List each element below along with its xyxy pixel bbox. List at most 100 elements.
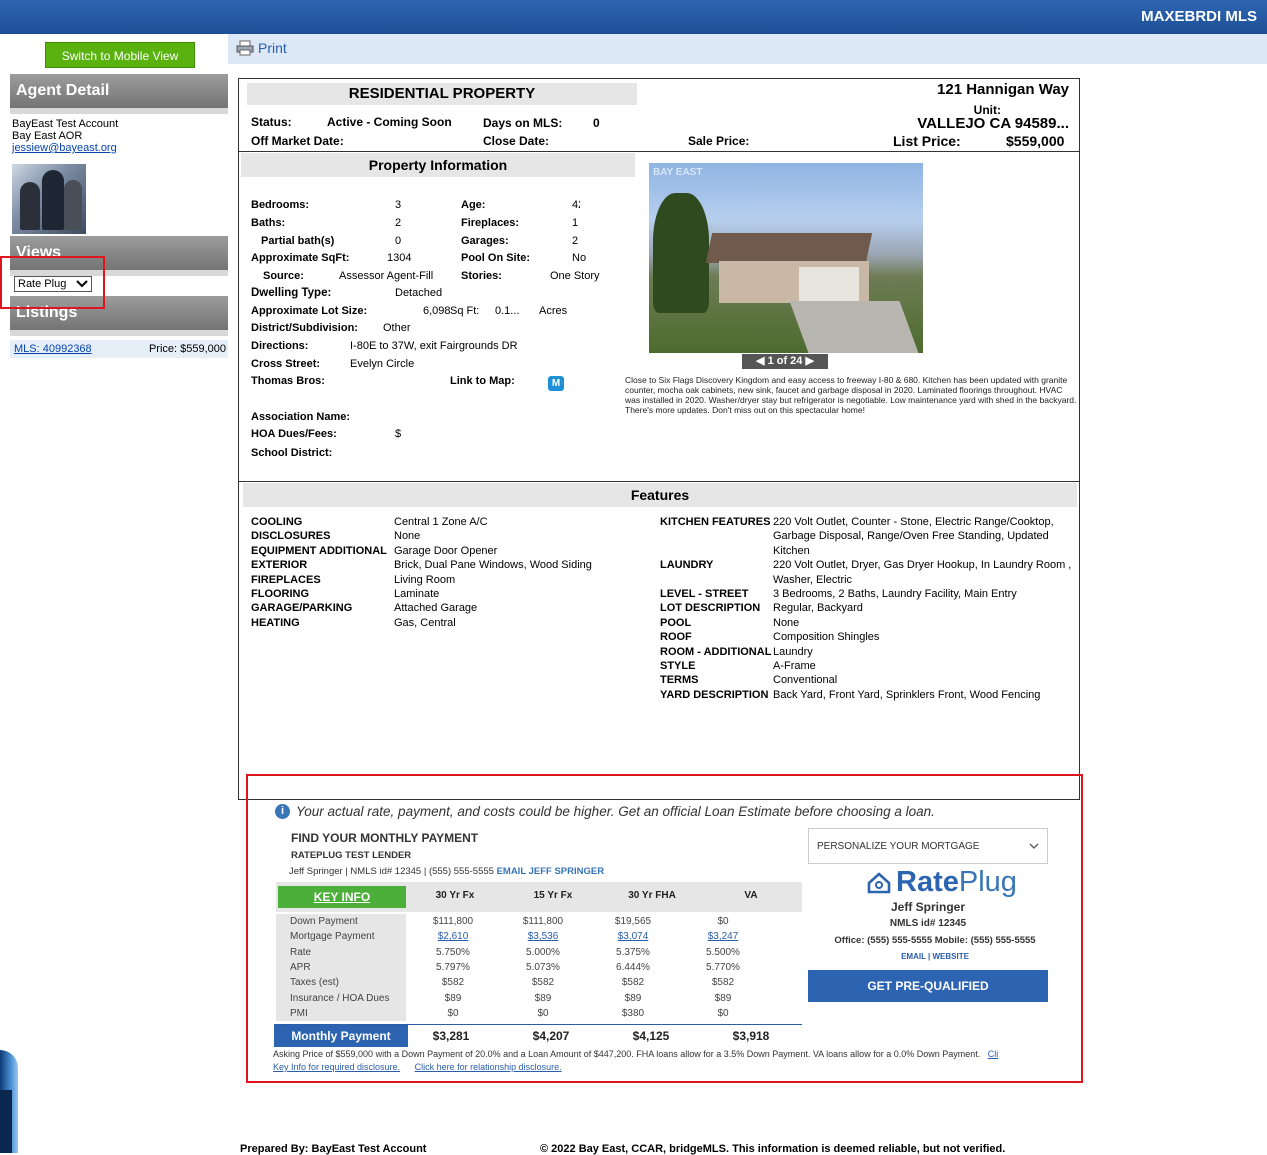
property-photo[interactable]: BAY EAST xyxy=(649,163,923,353)
feature-label: KITCHEN FEATURES xyxy=(660,516,771,528)
listing-mls-link[interactable]: MLS: 40992368 xyxy=(14,343,92,355)
feature-row: FLOORING Laminate xyxy=(251,587,631,601)
feature-row: POOL None xyxy=(660,616,1078,630)
agent-email-link[interactable]: jessiew@bayeast.org xyxy=(12,142,117,154)
hoa-dues-label: HOA Dues/Fees: xyxy=(251,428,337,440)
listing-price: Price: $559,000 xyxy=(148,343,226,355)
status-value: Active - Coming Soon xyxy=(327,115,452,129)
city-zip: VALLEJO CA 94589... xyxy=(917,115,1069,132)
bedrooms-value: 3 xyxy=(395,199,402,211)
feature-value: Brick, Dual Pane Windows, Wood Siding xyxy=(394,559,592,572)
feature-value: Regular, Backyard xyxy=(773,602,863,615)
property-card: RESIDENTIAL PROPERTY 121 Hannigan Way Un… xyxy=(238,78,1080,800)
feature-value: Laundry xyxy=(773,645,813,658)
cross-street-label: Cross Street: xyxy=(251,358,321,370)
pool-label: Pool On Site: xyxy=(461,252,531,264)
source-value: Assessor Agent-Fill xyxy=(339,270,434,282)
garages-label: Garages: xyxy=(461,235,509,247)
feature-row: TERMS Conventional xyxy=(660,673,1078,687)
feature-row: COOLING Central 1 Zone A/C xyxy=(251,515,631,529)
feature-value: 220 Volt Outlet, Dryer, Gas Dryer Hookup… xyxy=(773,559,1072,586)
sidebar: Switch to Mobile View Agent Detail BayEa… xyxy=(0,34,228,1153)
feature-label: DISCLOSURES xyxy=(251,530,331,543)
hoa-dues-value: $ xyxy=(395,428,402,440)
feature-row: LOT DESCRIPTION Regular, Backyard xyxy=(660,601,1078,615)
agent-detail-heading: Agent Detail xyxy=(10,74,228,114)
feature-label: ROOM - ADDITIONAL xyxy=(660,645,772,658)
property-address: 121 Hannigan Way Unit: VALLEJO CA 94589.… xyxy=(739,81,1069,132)
feature-row: KITCHEN FEATURES 220 Volt Outlet, Counter… xyxy=(660,515,1078,558)
baths-label: Baths: xyxy=(251,217,286,229)
top-header-bar: MAXEBRDI MLS xyxy=(0,0,1267,34)
switch-mobile-view-button[interactable]: Switch to Mobile View xyxy=(45,42,195,68)
pool-value: No xyxy=(572,252,587,264)
street-address: 121 Hannigan Way xyxy=(937,81,1069,98)
feature-label: EQUIPMENT ADDITIONAL xyxy=(251,544,387,557)
agent-details: BayEast Test Account Bay East AOR jessie… xyxy=(12,118,118,154)
feature-value: Gas, Central xyxy=(394,616,456,629)
partial-bath-value: 0 xyxy=(395,235,402,247)
dwelling-type-value: Detached xyxy=(395,287,443,299)
directions-label: Directions: xyxy=(251,340,309,352)
feature-row: HEATING Gas, Central xyxy=(251,616,631,630)
feature-value: Garage Door Opener xyxy=(394,544,498,557)
feature-label: YARD DESCRIPTION xyxy=(660,688,769,701)
lot-sqft-unit: Sq Ft: xyxy=(450,305,480,317)
list-price-value: $559,000 xyxy=(1006,133,1065,149)
feature-row: EXTERIOR Brick, Dual Pane Windows, Wood S… xyxy=(251,558,631,572)
feature-label: ROOF xyxy=(660,631,692,644)
feature-row: ROOM - ADDITIONAL Laundry xyxy=(660,645,1078,659)
highlight-box-rateplug xyxy=(246,774,1083,1083)
agent-org: Bay East AOR xyxy=(12,130,83,142)
print-button[interactable]: Print xyxy=(236,40,287,56)
listing-row[interactable]: MLS: 40992368 Price: $559,000 xyxy=(10,340,228,358)
age-value: 42 xyxy=(572,199,580,211)
lot-acres-value: 0.1... xyxy=(495,305,520,317)
agent-name: BayEast Test Account xyxy=(12,118,119,130)
decorative-corner-dark xyxy=(0,1090,12,1153)
garages-value: 2 xyxy=(572,235,579,247)
thomas-bros-label: Thomas Bros: xyxy=(251,375,325,387)
baths-value: 2 xyxy=(395,217,402,229)
bedrooms-label: Bedrooms: xyxy=(251,199,310,211)
directions-value: I-80E to 37W, exit Fairgrounds DR xyxy=(350,340,518,352)
feature-label: LOT DESCRIPTION xyxy=(660,602,761,615)
highlight-box-views xyxy=(0,256,105,309)
cross-street-value: Evelyn Circle xyxy=(350,358,415,370)
property-type-title: RESIDENTIAL PROPERTY xyxy=(247,83,637,105)
feature-value: Living Room xyxy=(394,573,456,586)
feature-row: LAUNDRY 220 Volt Outlet, Dryer, Gas Dryer… xyxy=(660,558,1078,587)
agent-photo xyxy=(12,164,86,234)
copyright-notice: © 2022 Bay East, CCAR, bridgeMLS. This i… xyxy=(540,1143,1006,1155)
feature-label: COOLING xyxy=(251,516,303,528)
printer-icon xyxy=(236,40,254,56)
feature-label: HEATING xyxy=(251,616,300,629)
stories-value: One Story xyxy=(550,270,600,282)
dwelling-type-label: Dwelling Type: xyxy=(251,287,332,299)
toolbar: Print xyxy=(228,34,1267,64)
feature-value: Composition Shingles xyxy=(773,631,880,644)
map-link-icon[interactable]: M xyxy=(548,376,564,391)
feature-label: GARAGE/PARKING xyxy=(251,602,353,615)
sqft-value: 1304 xyxy=(387,252,412,264)
status-label: Status: xyxy=(251,115,292,129)
feature-row: GARAGE/PARKING Attached Garage xyxy=(251,601,631,615)
photo-counter[interactable]: ◀ 1 of 24 ▶ xyxy=(742,354,828,369)
features-left-column: COOLING Central 1 Zone A/C DISCLOSURES None… xyxy=(251,515,631,630)
feature-value: 220 Volt Outlet, Counter - Stone, Electr… xyxy=(773,516,1054,557)
close-date-label: Close Date: xyxy=(483,134,550,148)
feature-value: Back Yard, Front Yard, Sprinklers Front,… xyxy=(773,688,1041,701)
feature-row: EQUIPMENT ADDITIONAL Garage Door Opener xyxy=(251,544,631,558)
feature-value: Central 1 Zone A/C xyxy=(394,516,488,528)
fireplaces-label: Fireplaces: xyxy=(461,217,520,229)
feature-label: FIREPLACES xyxy=(251,573,321,586)
link-to-map-label: Link to Map: xyxy=(450,375,515,387)
features-right-column: KITCHEN FEATURES 220 Volt Outlet, Counter… xyxy=(660,515,1078,702)
feature-value: None xyxy=(394,530,421,543)
property-description: Close to Six Flags Discovery Kingdom and… xyxy=(625,375,1077,415)
feature-value: Attached Garage xyxy=(394,602,478,615)
feature-value: Laminate xyxy=(394,588,440,601)
feature-label: LAUNDRY xyxy=(660,559,714,572)
feature-row: LEVEL - STREET 3 Bedrooms, 2 Baths, Laund… xyxy=(660,587,1078,601)
feature-value: A-Frame xyxy=(773,660,816,673)
